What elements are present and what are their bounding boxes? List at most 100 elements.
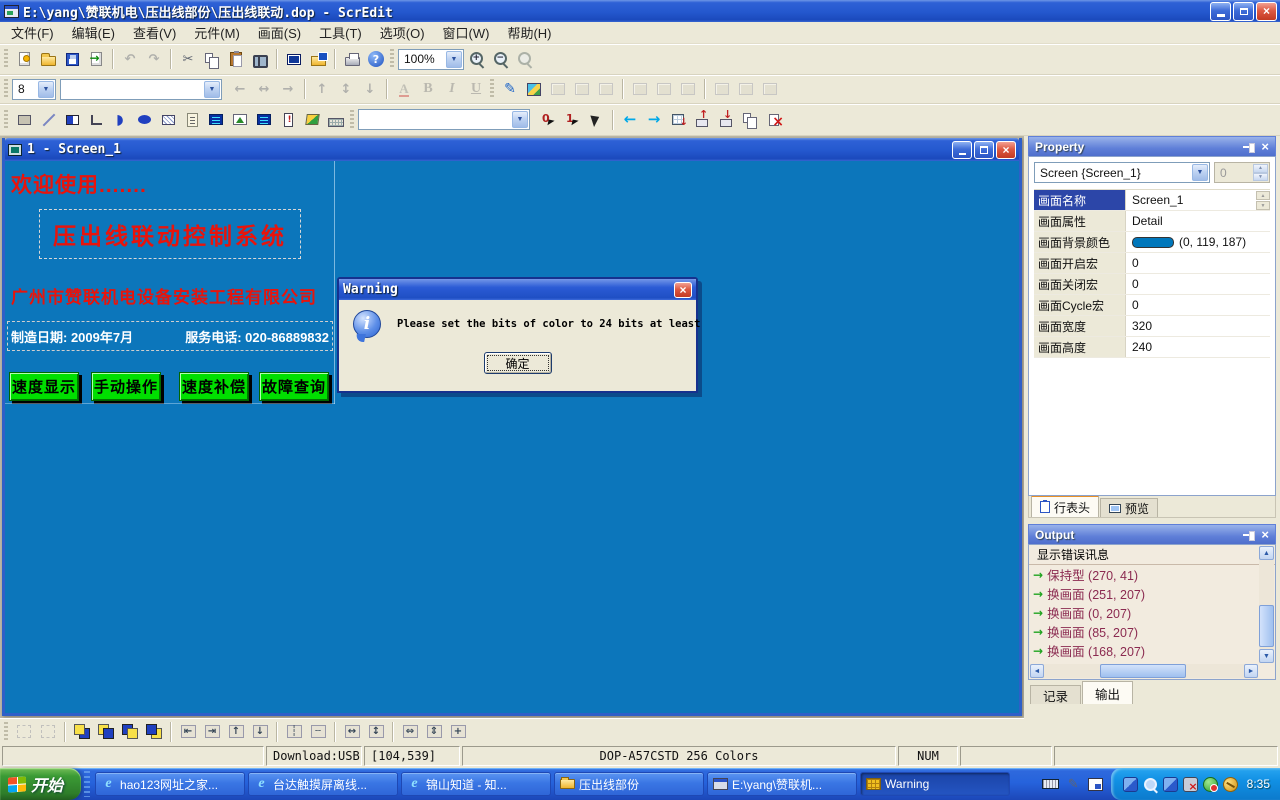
tab-record[interactable]: 记录	[1030, 685, 1081, 704]
screen-window-titlebar[interactable]: 1 - Screen_1 ×	[5, 138, 1019, 161]
toolbar-grip[interactable]	[4, 110, 8, 130]
menu-item[interactable]: 工具(T)	[310, 21, 371, 44]
draw-mode-icon[interactable]: ✎	[498, 78, 522, 101]
pin-icon[interactable]	[1243, 141, 1255, 153]
ellipse-icon[interactable]	[132, 108, 156, 131]
underline-icon[interactable]: U	[464, 78, 488, 101]
new-icon[interactable]	[12, 48, 36, 71]
numeric-display-icon[interactable]	[204, 108, 228, 131]
fault-query-button[interactable]: 故障查询	[259, 372, 329, 401]
property-scroll-buttons[interactable]: ▲▼	[1256, 191, 1270, 210]
toolbar-grip[interactable]	[490, 79, 494, 99]
flip-vertical-icon[interactable]	[570, 78, 594, 101]
pin-icon[interactable]	[1243, 529, 1255, 541]
property-value[interactable]: Detail	[1126, 211, 1270, 231]
send-backward-icon[interactable]	[142, 720, 166, 743]
alarm-bar-icon[interactable]	[276, 108, 300, 131]
same-height-icon[interactable]: ⇕	[422, 720, 446, 743]
menu-item[interactable]: 元件(M)	[185, 21, 249, 44]
align-top-icon[interactable]: ↑	[224, 720, 248, 743]
output-item[interactable]: → 换画面 (0, 207)	[1029, 603, 1275, 622]
toolbar-grip[interactable]	[390, 49, 394, 69]
scroll-down-icon[interactable]: ▼	[1259, 649, 1274, 663]
start-button[interactable]: 开始	[0, 768, 81, 800]
prop-row-cycle-macro[interactable]: 画面Cycle宏 0	[1034, 295, 1270, 316]
print-icon[interactable]	[340, 48, 364, 71]
zoom-in-icon[interactable]: +	[464, 48, 488, 71]
prop-row-screen-attr[interactable]: 画面属性 Detail	[1034, 211, 1270, 232]
toolbar-grip[interactable]	[4, 722, 8, 742]
minimize-button[interactable]	[1210, 2, 1231, 21]
task-scredit[interactable]: E:\yang\赞联机...	[707, 772, 857, 796]
message-display-icon[interactable]	[252, 108, 276, 131]
tray-security-icon[interactable]	[1221, 775, 1239, 793]
rect-icon[interactable]	[12, 108, 36, 131]
undo-icon[interactable]: ↶	[118, 48, 142, 71]
property-value[interactable]: 0	[1126, 295, 1270, 315]
toolbar-grip[interactable]	[350, 110, 354, 130]
text-align-bottom-icon[interactable]: ↓	[358, 78, 382, 101]
property-value[interactable]: (0, 119, 187)	[1126, 232, 1270, 252]
export-icon[interactable]	[84, 48, 108, 71]
ok-button[interactable]: 确定	[484, 352, 552, 374]
output-item[interactable]: → 换画面 (85, 207)	[1029, 622, 1275, 641]
rotate-icon[interactable]	[594, 78, 618, 101]
text-align-top-icon[interactable]: ↑	[310, 78, 334, 101]
output-vertical-scrollbar[interactable]: ▲ ▼	[1259, 546, 1274, 663]
tab-preview[interactable]: 预览	[1100, 498, 1158, 517]
text-align-left-icon[interactable]: ←	[228, 78, 252, 101]
ungroup-icon[interactable]	[36, 720, 60, 743]
output-item[interactable]: → 保持型 (270, 41)	[1029, 565, 1275, 584]
menu-item[interactable]: 帮助(H)	[498, 21, 560, 44]
pen-icon[interactable]: ✎	[1065, 777, 1082, 792]
next-screen-icon[interactable]: →	[642, 108, 666, 131]
screen-maximize-button[interactable]	[974, 141, 994, 159]
paste-icon[interactable]	[224, 48, 248, 71]
manual-operation-button[interactable]: 手动操作	[91, 372, 161, 401]
line-icon[interactable]	[36, 108, 60, 131]
screen-canvas[interactable]: 欢迎使用....... 压出线联动控制系统 广州市赞联机电设备安装工程有限公司 …	[5, 161, 1019, 713]
text-align-center-icon[interactable]: ↔	[252, 78, 276, 101]
chevron-down-icon[interactable]: ▼	[204, 81, 220, 98]
toolbar-grip[interactable]	[4, 79, 8, 99]
property-value[interactable]: 0	[1126, 274, 1270, 294]
zoom-level-combo[interactable]: 100% ▼	[398, 49, 464, 70]
ime-icon[interactable]	[1088, 778, 1103, 791]
tab-output[interactable]: 输出	[1082, 681, 1133, 704]
italic-icon[interactable]: I	[440, 78, 464, 101]
macro-pointer-icon[interactable]	[584, 108, 608, 131]
polyline-icon[interactable]	[84, 108, 108, 131]
compile-icon[interactable]	[666, 108, 690, 131]
prev-screen-icon[interactable]: ←	[618, 108, 642, 131]
align-middle-obj-icon[interactable]	[734, 78, 758, 101]
align-left-obj-icon[interactable]	[628, 78, 652, 101]
info-text-box[interactable]: 制造日期: 2009年7月 服务电话: 020-86889832	[7, 321, 333, 351]
task-delta-hmi[interactable]: 台达触摸屏离线...	[248, 772, 398, 796]
speed-display-button[interactable]: 速度显示	[9, 372, 79, 401]
keyboard-icon[interactable]	[1042, 779, 1059, 789]
close-button[interactable]: ×	[1256, 2, 1277, 21]
multi-state-icon[interactable]	[300, 108, 324, 131]
property-index-spinner[interactable]: 0 ▲▼	[1214, 162, 1270, 183]
task-warning[interactable]: Warning	[860, 772, 1010, 796]
new-screen-icon[interactable]	[282, 48, 306, 71]
find-icon[interactable]	[248, 48, 272, 71]
pattern-rect-icon[interactable]	[156, 108, 180, 131]
warning-dialog-titlebar[interactable]: Warning ×	[339, 279, 696, 300]
task-hao123[interactable]: hao123网址之家...	[95, 772, 245, 796]
align-center-obj-icon[interactable]	[652, 78, 676, 101]
tray-app-icon-2[interactable]	[1163, 777, 1178, 792]
property-value[interactable]: 0	[1126, 253, 1270, 273]
scroll-up-icon[interactable]: ▲	[1259, 546, 1274, 560]
chevron-down-icon[interactable]: ▼	[512, 111, 528, 128]
filled-rect-icon[interactable]	[60, 108, 84, 131]
pointer-1-icon[interactable]: 1	[560, 108, 584, 131]
output-close-icon[interactable]: ×	[1261, 528, 1269, 541]
zoom-select-icon[interactable]	[512, 48, 536, 71]
state-mode-icon[interactable]	[522, 78, 546, 101]
arc-icon[interactable]: ◗	[108, 108, 132, 131]
align-bottom-icon[interactable]: ↓	[248, 720, 272, 743]
restore-button[interactable]	[1233, 2, 1254, 21]
toolbar-grip[interactable]	[4, 49, 8, 69]
same-width-icon[interactable]: ⇔	[398, 720, 422, 743]
